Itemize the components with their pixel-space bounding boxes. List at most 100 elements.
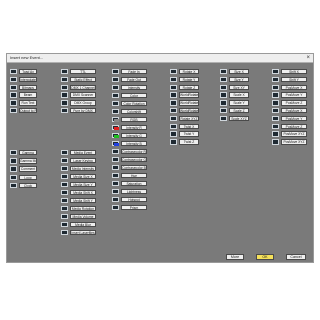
event-button[interactable]: Intensity G [121, 133, 147, 139]
event-button[interactable]: Saturation [121, 181, 147, 187]
event-button[interactable]: Media Shift X [70, 190, 96, 196]
event-button[interactable]: PosMove Z [281, 100, 307, 106]
event-button[interactable]: Lightness [121, 189, 147, 195]
dialog-title: Insert new Event... [10, 55, 44, 60]
event-button[interactable]: Hotspot [121, 197, 147, 203]
event-button[interactable]: DMX Scanner [70, 92, 96, 98]
event-button[interactable]: Insert Laserfiles [70, 230, 96, 236]
event-button[interactable]: Gamma [19, 150, 37, 156]
event-button[interactable]: Shift Y [281, 76, 307, 83]
event-icon [170, 69, 177, 75]
event-button[interactable]: Media Event [70, 150, 96, 156]
event-button[interactable]: Comment [19, 166, 37, 172]
event-button[interactable]: Twist Y [179, 131, 199, 137]
event-button[interactable]: Media Size Y [70, 182, 96, 188]
event-button[interactable]: Laser Keying [70, 158, 96, 164]
close-icon[interactable]: × [306, 54, 310, 62]
event-button[interactable]: DMX Group [70, 100, 96, 106]
event-button[interactable]: WorldRotate Y [179, 100, 199, 106]
red-icon [112, 149, 119, 155]
comment-icon [10, 166, 17, 172]
event-button[interactable]: Rotate XYZ [179, 115, 199, 122]
event-button[interactable]: Media Shift Y [70, 198, 96, 204]
event-button[interactable]: Clock [19, 182, 37, 189]
event-button[interactable]: TTL [70, 69, 96, 75]
color-swatch [114, 134, 119, 139]
green-icon [112, 157, 119, 163]
event-button[interactable]: Scale X [229, 92, 249, 98]
event-button[interactable]: Prism [121, 205, 147, 211]
media-icon [61, 150, 68, 156]
insert-event-dialog: Insert new Event... × Toad Ax Interpolate… [6, 53, 314, 263]
event-button[interactable]: Media Volume [70, 214, 96, 220]
event-button[interactable]: Contrasecolor R [121, 149, 147, 155]
event-button[interactable]: WorldRotate Z [179, 108, 199, 114]
event-button[interactable]: Media Size X [70, 174, 96, 180]
static-icon [61, 76, 68, 83]
event-button[interactable]: Twist X [179, 123, 199, 129]
event-button[interactable]: Interpolate [19, 76, 37, 83]
event-button[interactable]: Run Text [19, 100, 37, 106]
event-button[interactable]: Rotate Y [179, 76, 199, 83]
event-button[interactable]: Size XY [229, 84, 249, 90]
blue-icon [112, 165, 119, 171]
event-button[interactable]: Media Intensity [70, 166, 96, 172]
event-button[interactable]: PosMove Y [281, 115, 307, 122]
bitmap-icon [10, 84, 17, 90]
event-icon [170, 76, 177, 83]
event-button[interactable]: Size Y [229, 76, 249, 83]
event-button[interactable]: Fade Out [121, 77, 147, 83]
event-button[interactable]: WorldRotate X [179, 92, 199, 98]
event-button[interactable]: Bitmaps [19, 84, 37, 90]
event-button[interactable]: Scale Z [229, 108, 249, 114]
fade-in-icon [112, 69, 119, 75]
event-icon [220, 69, 227, 75]
event-icon [272, 84, 279, 90]
event-button[interactable]: Rotate X [179, 69, 199, 75]
event-button[interactable]: Beam [19, 92, 37, 98]
event-button[interactable]: PosMove XYZ [281, 139, 307, 145]
event-button[interactable]: Contrasecolor B [121, 165, 147, 171]
scanner-icon [61, 92, 68, 98]
event-button[interactable]: Media Blur [70, 222, 96, 228]
event-button[interactable]: Output to Fly [19, 108, 37, 114]
hotspot-icon [112, 197, 119, 203]
event-button[interactable]: Hue [121, 173, 147, 179]
event-button[interactable]: Pure by DMX [70, 108, 96, 114]
event-button[interactable]: PosMove Y [281, 92, 307, 98]
event-button[interactable]: Media Rotation [70, 206, 96, 212]
event-button[interactable]: Size X [229, 69, 249, 75]
event-button[interactable]: Contrasecolor G [121, 157, 147, 163]
event-button[interactable]: Shift X [281, 69, 307, 75]
event-button[interactable]: Fade In [121, 69, 147, 75]
event-button[interactable]: Color [121, 93, 147, 99]
event-button[interactable]: Intensity R [121, 125, 147, 131]
event-button[interactable]: Scale Y [229, 100, 249, 106]
event-button[interactable]: Gamma Morph [19, 158, 37, 164]
event-button[interactable]: PosMove X [281, 84, 307, 90]
event-button[interactable]: Color Rotation [121, 101, 147, 107]
event-button[interactable]: PosMove XYZ [281, 131, 307, 137]
intensity-icon [61, 166, 68, 172]
volume-icon [61, 214, 68, 220]
ok-button[interactable]: OK [256, 254, 274, 260]
event-button[interactable]: Loop [19, 174, 37, 180]
event-button[interactable]: Twist Z [179, 139, 199, 145]
color-swatch [114, 142, 119, 147]
event-button[interactable]: Static Effect [70, 76, 96, 83]
event-button[interactable]: Intensity [121, 85, 147, 91]
event-button[interactable]: Scale XYZ [229, 115, 249, 122]
shift-icon [61, 198, 68, 204]
event-button[interactable]: DMX 1 Channel [70, 84, 96, 90]
event-button[interactable]: PosMove Z [281, 123, 307, 129]
event-button[interactable]: Colorshift [121, 109, 147, 115]
event-icon [170, 131, 177, 137]
event-button[interactable]: Toad Ax [19, 69, 37, 75]
event-button[interactable]: PosMove X [281, 108, 307, 114]
more-button[interactable]: More [226, 254, 244, 260]
lightness-icon [112, 189, 119, 195]
cancel-button[interactable]: Cancel [286, 254, 306, 260]
event-button[interactable]: Intensity B [121, 141, 147, 147]
event-button[interactable]: Rotate Z [179, 84, 199, 90]
event-button[interactable]: RGB [121, 117, 147, 123]
